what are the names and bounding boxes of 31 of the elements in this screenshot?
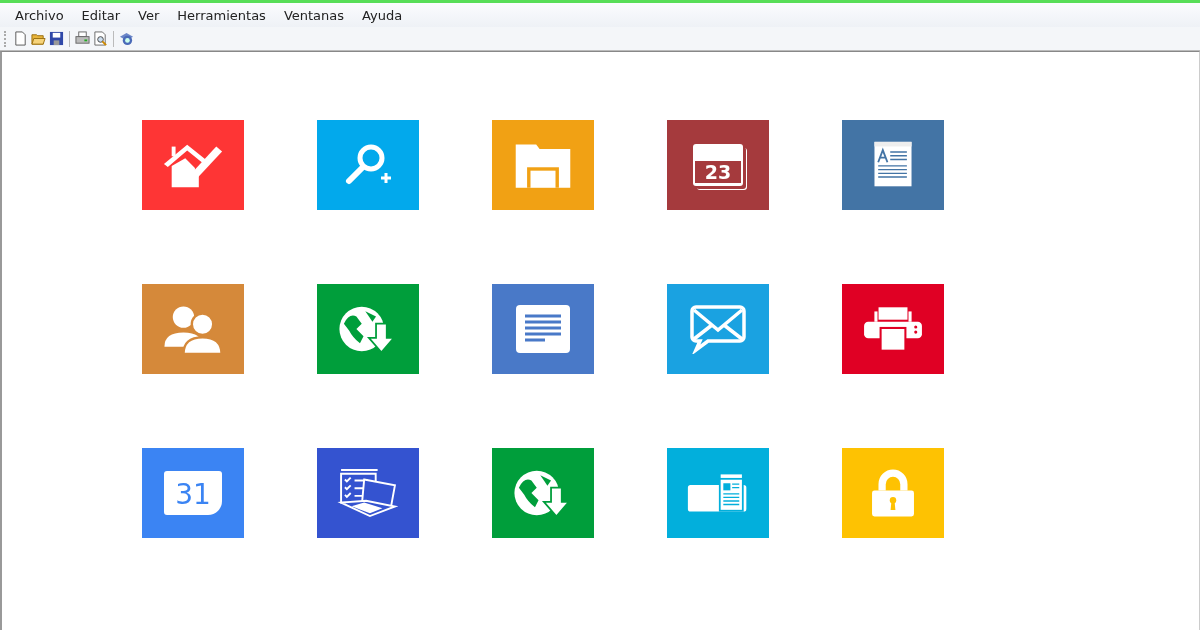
mail-chat-icon bbox=[687, 304, 749, 354]
app-tile[interactable] bbox=[142, 120, 244, 210]
menu-item[interactable]: Ventanas bbox=[274, 7, 354, 23]
app-tile[interactable] bbox=[842, 448, 944, 538]
app-tile[interactable]: 31 bbox=[142, 448, 244, 538]
app-tile[interactable] bbox=[492, 448, 594, 538]
print-preview-icon[interactable] bbox=[93, 31, 108, 46]
print-icon[interactable] bbox=[75, 31, 90, 46]
calendar-date: 31 bbox=[175, 477, 211, 510]
app-tile[interactable] bbox=[667, 448, 769, 538]
app-tile[interactable] bbox=[142, 284, 244, 374]
app-tile[interactable] bbox=[317, 284, 419, 374]
calendar-date: 23 bbox=[695, 161, 741, 183]
menu-item[interactable]: Ver bbox=[129, 7, 169, 23]
app-tile[interactable] bbox=[667, 284, 769, 374]
app-tile[interactable] bbox=[317, 448, 419, 538]
save-icon[interactable] bbox=[49, 31, 64, 46]
menu-item[interactable]: Herramientas bbox=[168, 7, 275, 23]
menu-item[interactable]: Editar bbox=[72, 7, 130, 23]
app-tile[interactable]: 23 bbox=[667, 120, 769, 210]
people-icon bbox=[162, 304, 224, 354]
menu-item[interactable]: Archivo bbox=[6, 7, 73, 23]
app-tile[interactable] bbox=[492, 120, 594, 210]
menu-item[interactable]: Ayuda bbox=[353, 7, 412, 23]
app-tile[interactable] bbox=[842, 284, 944, 374]
app-tile[interactable] bbox=[317, 120, 419, 210]
app-tile[interactable] bbox=[842, 120, 944, 210]
open-folder-icon[interactable] bbox=[31, 31, 46, 46]
laptop-checklist-icon bbox=[337, 468, 399, 518]
app-tile[interactable] bbox=[492, 284, 594, 374]
new-file-icon[interactable] bbox=[13, 31, 28, 46]
